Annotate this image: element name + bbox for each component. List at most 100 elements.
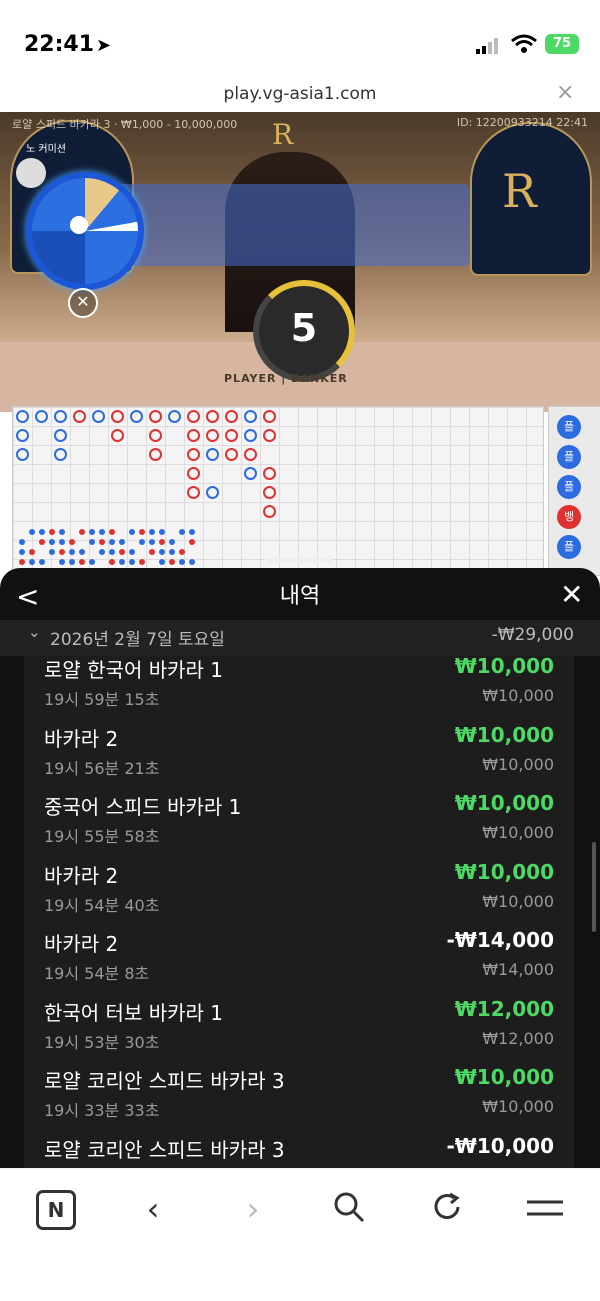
result-amount: ₩12,000 (454, 996, 554, 1021)
prediction-button[interactable]: 플 (557, 445, 581, 469)
roadmap-dot (16, 429, 29, 442)
date-label: 2026년 2월 7일 토요일 (50, 630, 225, 650)
home-button[interactable]: N (36, 1190, 76, 1230)
roadmap-dot (187, 410, 200, 423)
game-name: 바카라 2 (44, 726, 119, 751)
roadmap-small-dot (129, 559, 135, 565)
game-name: 로얄 코리안 스피드 바카라 3 (44, 1137, 285, 1162)
roadmap-small-dot (99, 549, 105, 555)
royal-crest-icon: R (272, 118, 294, 151)
prediction-button[interactable]: 플 (557, 475, 581, 499)
roadmap-grid[interactable] (12, 406, 544, 576)
wheel-hub (70, 216, 88, 234)
promo-banner[interactable] (112, 184, 470, 266)
history-item[interactable]: 바카라 2 19시 56분 21초 ₩10,000 ₩10,000 (24, 723, 574, 791)
roadmap-small-dot (79, 529, 85, 535)
back-nav-button[interactable]: ‹ (128, 1190, 178, 1228)
side-prediction-panel: 플플플뱅플 (548, 406, 600, 576)
roadmap-dot (206, 429, 219, 442)
roadmap-small-dot (39, 559, 45, 565)
roadmap-small-dot (49, 539, 55, 545)
roadmap-small-dot (129, 549, 135, 555)
roadmap-dot (54, 429, 67, 442)
prediction-button[interactable]: 플 (557, 535, 581, 559)
roadmap-dot (187, 467, 200, 480)
roadmap-small-dot (109, 539, 115, 545)
sheet-drag-handle[interactable] (266, 558, 332, 563)
result-amount: ₩10,000 (454, 722, 554, 747)
forward-nav-button[interactable]: › (228, 1190, 278, 1228)
history-item[interactable]: 로얄 코리안 스피드 바카라 319시 33분 11초-₩10,000₩10,0… (24, 1134, 574, 1169)
roadmap-small-dot (59, 539, 65, 545)
status-time: 22:41 (24, 32, 95, 57)
history-item[interactable]: 로얄 코리안 스피드 바카라 3 19시 33분 33초 ₩10,000 ₩10,00… (24, 1065, 574, 1133)
roadmap-small-dot (79, 559, 85, 565)
menu-button[interactable] (520, 1190, 570, 1232)
roadmap-dot (35, 410, 48, 423)
roadmap-small-dot (169, 549, 175, 555)
roadmap-small-dot (159, 539, 165, 545)
bet-time: 19시 56분 21초 (44, 758, 160, 778)
history-item[interactable]: 로얄 한국어 바카라 1 19시 59분 15초 ₩10,000 ₩10,000 (24, 656, 574, 722)
stake-amount: ₩10,000 (482, 754, 554, 774)
bet-time: 19시 55분 58초 (44, 827, 160, 846)
history-item[interactable]: 바카라 2 19시 54분 40초 ₩10,000 ₩10,000 (24, 860, 574, 928)
game-name: 바카라 2 (44, 932, 119, 956)
roadmap-dot (263, 429, 276, 442)
roadmap-small-dot (159, 559, 165, 565)
close-sheet-button[interactable]: ✕ (560, 578, 583, 611)
result-amount: -₩14,000 (446, 928, 554, 952)
roadmap-small-dot (89, 559, 95, 565)
result-amount: ₩10,000 (454, 859, 554, 884)
roadmap-dot (73, 410, 86, 423)
menu-icon (527, 1200, 563, 1216)
countdown-value: 5 (290, 306, 318, 350)
roadmap-dot (92, 410, 105, 423)
roadmap-small-dot (179, 549, 185, 555)
roadmap-dot (111, 410, 124, 423)
prediction-button[interactable]: 뱅 (557, 505, 581, 529)
roadmap-small-dot (69, 539, 75, 545)
reload-button[interactable] (422, 1190, 472, 1232)
roadmap-small-dot (109, 559, 115, 565)
close-tab-button[interactable]: × (556, 80, 574, 105)
roadmap-dot (187, 429, 200, 442)
roadmap-small-dot (59, 559, 65, 565)
roadmap-small-dot (189, 539, 195, 545)
game-name: 한국어 터보 바카라 1 (44, 1000, 223, 1025)
roadmap-dot (244, 410, 257, 423)
roadmap-dot (206, 410, 219, 423)
history-item[interactable]: 한국어 터보 바카라 1 19시 53분 30초 ₩12,000 ₩12,000 (24, 997, 574, 1065)
game-name: 로얄 코리안 스피드 바카라 3 (44, 1069, 285, 1093)
bet-time: 19시 54분 8초 (44, 964, 150, 983)
search-button[interactable] (324, 1190, 374, 1232)
browser-toolbar (0, 1168, 600, 1301)
roadmap-dot (187, 486, 200, 499)
date-total: -₩29,000 (491, 625, 574, 645)
history-item[interactable]: 중국어 스피드 바카라 1 19시 55분 58초 ₩10,000 ₩10,000 (24, 791, 574, 859)
roadmap-small-dot (119, 539, 125, 545)
stake-amount: ₩12,000 (482, 1028, 554, 1048)
roadmap-dot (263, 467, 276, 480)
prediction-button[interactable]: 플 (557, 415, 581, 439)
roadmap-small-dot (139, 529, 145, 535)
close-icon[interactable]: ✕ (68, 288, 98, 318)
history-list[interactable]: 로얄 한국어 바카라 1 19시 59분 15초 ₩10,000 ₩10,000 바카라… (24, 656, 574, 1168)
roadmap-dot (225, 410, 238, 423)
roadmap-small-dot (149, 539, 155, 545)
location-arrow-icon: ➤ (96, 35, 112, 56)
roadmap-small-dot (109, 549, 115, 555)
chevron-down-icon[interactable]: ⌄ (28, 623, 41, 641)
roadmap-small-dot (29, 559, 35, 565)
scrollbar[interactable] (592, 842, 596, 932)
roadmap-small-dot (49, 549, 55, 555)
roadmap-dot (225, 429, 238, 442)
history-item[interactable]: 바카라 2 19시 54분 8초 -₩14,000 ₩14,000 (24, 928, 574, 996)
stake-amount: ₩10,000 (482, 686, 554, 705)
roadmap-small-dot (49, 529, 55, 535)
roadmap-dot (130, 410, 143, 423)
avatar[interactable] (16, 158, 46, 188)
roadmap-small-dot (89, 529, 95, 535)
roadmap-dot (263, 410, 276, 423)
url-bar[interactable]: play.vg-asia1.com (0, 84, 600, 104)
